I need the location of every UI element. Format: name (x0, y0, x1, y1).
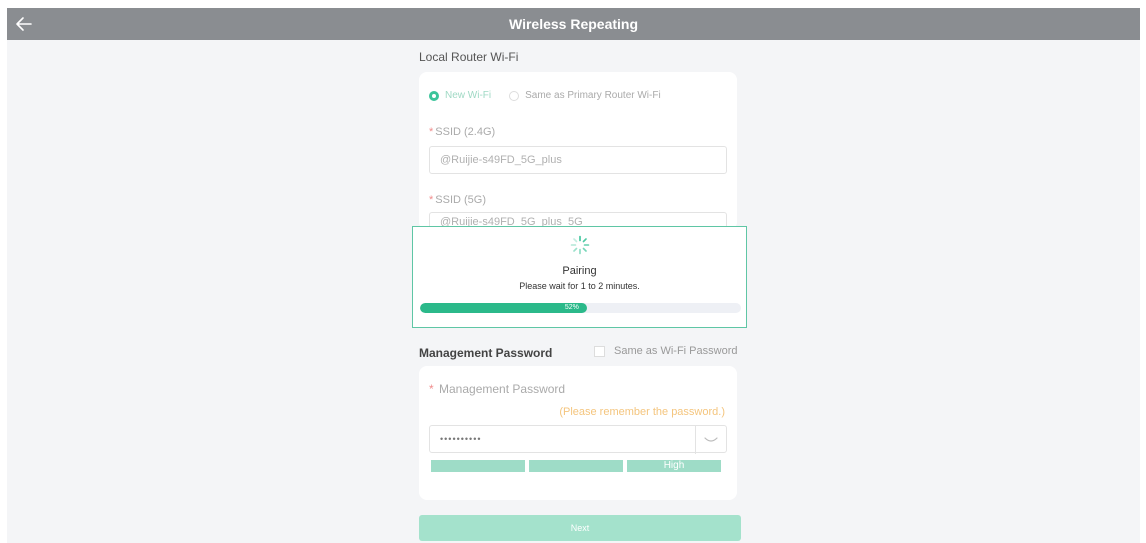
header-bar: Wireless Repeating (7, 8, 1140, 40)
management-password-card: * Management Password (Please remember t… (419, 366, 737, 500)
radio-same-as-primary-label[interactable]: Same as Primary Router Wi-Fi (525, 90, 661, 101)
strength-segment-1 (431, 460, 525, 472)
local-wifi-section-label: Local Router Wi-Fi (419, 50, 519, 64)
pairing-dialog: Pairing Please wait for 1 to 2 minutes. … (412, 226, 747, 328)
management-password-label: * Management Password (429, 382, 565, 396)
required-mark: * (429, 382, 434, 396)
same-as-wifi-password-option[interactable]: Same as Wi-Fi Password (594, 345, 737, 357)
pairing-message: Please wait for 1 to 2 minutes. (519, 281, 640, 291)
strength-segment-2 (529, 460, 623, 472)
required-mark: * (429, 194, 434, 206)
pairing-progress-bar: 52% (420, 303, 741, 313)
wifi-mode-radio-group: New Wi-Fi Same as Primary Router Wi-Fi (429, 90, 679, 101)
ssid-24-label: * SSID (2.4G) (429, 126, 495, 138)
password-hint: (Please remember the password.) (559, 406, 725, 418)
management-password-label-text: Management Password (439, 382, 566, 396)
password-strength-meter: High (431, 460, 721, 472)
ssid-5-label: * SSID (5G) (429, 194, 486, 206)
eye-closed-icon[interactable] (695, 426, 726, 454)
strength-segment-3: High (627, 460, 721, 472)
radio-same-as-primary[interactable] (509, 90, 520, 101)
same-as-wifi-password-label[interactable]: Same as Wi-Fi Password (614, 345, 737, 357)
ssid-24-input[interactable]: @Ruijie-s49FD_5G_plus (429, 146, 727, 174)
local-wifi-card: New Wi-Fi Same as Primary Router Wi-Fi *… (419, 72, 737, 230)
ssid-24-label-text: SSID (2.4G) (435, 126, 496, 138)
required-mark: * (429, 126, 434, 138)
ssid-24-value: @Ruijie-s49FD_5G_plus (440, 154, 562, 166)
radio-new-wifi-label[interactable]: New Wi-Fi (445, 90, 491, 101)
eye-closed-glyph (704, 437, 718, 442)
radio-new-wifi[interactable] (429, 90, 439, 101)
page-title: Wireless Repeating (508, 16, 639, 32)
same-as-wifi-password-checkbox[interactable] (594, 345, 605, 357)
management-password-input[interactable]: •••••••••• (429, 425, 727, 454)
next-button[interactable]: Next (419, 515, 741, 541)
loading-spinner-icon (570, 235, 590, 255)
management-password-section-label: Management Password (419, 346, 553, 360)
pairing-title: Pairing (562, 265, 597, 277)
pairing-progress-fill: 52% (420, 303, 587, 313)
password-mask: •••••••••• (440, 434, 482, 444)
ssid-5-label-text: SSID (5G) (435, 194, 487, 206)
